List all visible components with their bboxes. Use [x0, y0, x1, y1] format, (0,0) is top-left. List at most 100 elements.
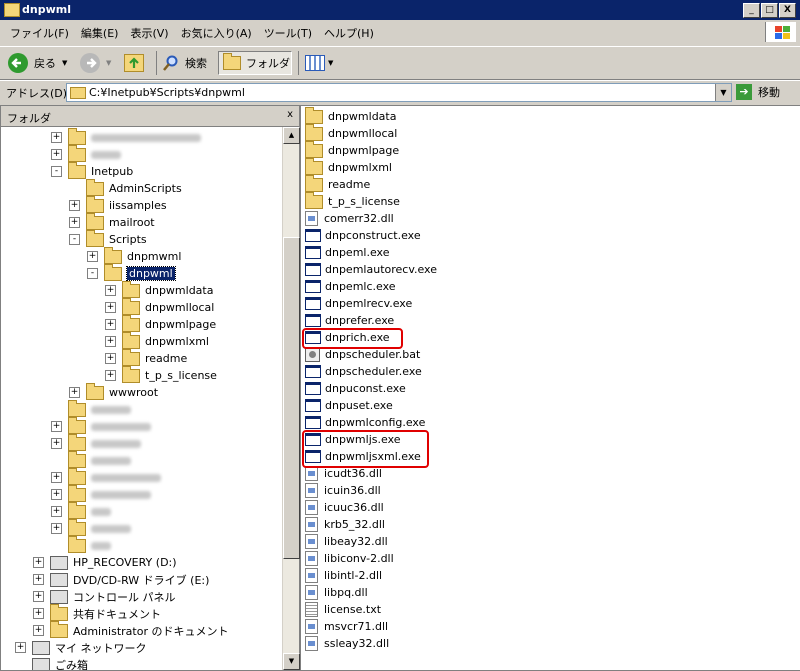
tree-item[interactable]: +	[51, 144, 121, 163]
tree-item[interactable]: - dnpwml	[87, 263, 176, 282]
tree-item[interactable]: + HP_RECOVERY (D:)	[33, 554, 177, 571]
forward-button[interactable]: ▼	[80, 51, 111, 75]
tree-item[interactable]: + dnpmwml	[87, 246, 181, 265]
up-folder-button[interactable]	[124, 51, 144, 75]
address-dropdown-button[interactable]: ▼	[715, 84, 731, 101]
expand-icon[interactable]: +	[105, 319, 116, 330]
scroll-thumb[interactable]	[283, 237, 300, 559]
expand-icon[interactable]: +	[105, 285, 116, 296]
expand-icon[interactable]: +	[105, 336, 116, 347]
expand-icon[interactable]: +	[33, 591, 44, 602]
search-button[interactable]: 検索	[156, 51, 207, 75]
minimize-button[interactable]: _	[743, 3, 760, 18]
tree-item[interactable]: + dnpwmllocal	[105, 297, 214, 316]
views-button[interactable]: ▼	[298, 51, 333, 75]
tree-item[interactable]: + マイ ネットワーク	[15, 639, 147, 656]
tree-item[interactable]: +	[51, 501, 111, 520]
close-button[interactable]: X	[779, 3, 796, 18]
file-item[interactable]: dnpuset.exe	[305, 397, 393, 414]
menu-file[interactable]: ファイル(F)	[4, 22, 75, 42]
tree-item[interactable]: + wwwroot	[69, 382, 158, 401]
expand-icon[interactable]: +	[51, 523, 62, 534]
go-button[interactable]: ➔ 移動	[736, 83, 780, 101]
expand-icon[interactable]: +	[15, 642, 26, 653]
tree-item[interactable]: + dnpwmldata	[105, 280, 213, 299]
folders-toggle-button[interactable]: フォルダ	[218, 51, 292, 75]
expand-icon[interactable]: +	[69, 387, 80, 398]
tree-item[interactable]: + t_p_s_license	[105, 365, 217, 384]
file-item[interactable]: krb5_32.dll	[305, 516, 385, 533]
tree-item[interactable]	[51, 399, 131, 418]
file-item[interactable]: icuin36.dll	[305, 482, 381, 499]
tree-item[interactable]: +	[51, 127, 201, 146]
file-item[interactable]: dnpwmlxml	[305, 157, 392, 176]
collapse-icon[interactable]: -	[69, 234, 80, 245]
scroll-up-button[interactable]: ▲	[283, 127, 300, 144]
maximize-button[interactable]: □	[761, 3, 778, 18]
back-button[interactable]: 戻る ▼	[8, 51, 67, 75]
file-item[interactable]: dnpemlautorecv.exe	[305, 261, 437, 278]
tree-item[interactable]: + dnpwmlpage	[105, 314, 216, 333]
tree-item[interactable]: +	[51, 416, 151, 435]
tree-item[interactable]: + Administrator のドキュメント	[33, 620, 228, 639]
file-item[interactable]: readme	[305, 174, 370, 193]
expand-icon[interactable]: +	[87, 251, 98, 262]
file-item[interactable]: dnpwmlpage	[305, 140, 399, 159]
expand-icon[interactable]: +	[51, 421, 62, 432]
tree-item[interactable]: + 共有ドキュメント	[33, 603, 161, 622]
expand-icon[interactable]: +	[51, 149, 62, 160]
expand-icon[interactable]: +	[33, 574, 44, 585]
close-pane-button[interactable]: x	[287, 109, 293, 120]
expand-icon[interactable]: +	[51, 438, 62, 449]
expand-icon[interactable]: +	[105, 353, 116, 364]
expand-icon[interactable]: +	[51, 506, 62, 517]
collapse-icon[interactable]: -	[87, 268, 98, 279]
expand-icon[interactable]: +	[69, 217, 80, 228]
expand-icon[interactable]: +	[33, 557, 44, 568]
expand-icon[interactable]: +	[51, 472, 62, 483]
file-item[interactable]: dnpconstruct.exe	[305, 227, 421, 244]
file-item[interactable]: dnpuconst.exe	[305, 380, 406, 397]
tree-item[interactable]: - Scripts	[69, 229, 147, 248]
tree-item[interactable]: + readme	[105, 348, 187, 367]
tree-item[interactable]: + mailroot	[69, 212, 155, 231]
tree-item[interactable]: + dnpwmlxml	[105, 331, 209, 350]
menu-edit[interactable]: 編集(E)	[75, 22, 125, 42]
file-item[interactable]: dnpscheduler.exe	[305, 363, 422, 380]
expand-icon[interactable]: +	[51, 489, 62, 500]
file-item[interactable]: comerr32.dll	[305, 210, 394, 227]
expand-icon[interactable]: +	[105, 370, 116, 381]
file-item[interactable]: dnpeml.exe	[305, 244, 390, 261]
expand-icon[interactable]: +	[51, 132, 62, 143]
expand-icon[interactable]: +	[105, 302, 116, 313]
menu-view[interactable]: 表示(V)	[124, 22, 174, 42]
tree-item[interactable]: + コントロール パネル	[33, 588, 176, 605]
address-input[interactable]: C:¥Inetpub¥Scripts¥dnpwml ▼	[66, 83, 732, 102]
menu-tools[interactable]: ツール(T)	[258, 22, 318, 42]
tree-item[interactable]: +	[51, 433, 141, 452]
file-item[interactable]: icuuc36.dll	[305, 499, 384, 516]
title-bar[interactable]: dnpwml _ □ X	[0, 0, 800, 20]
file-item[interactable]: ssleay32.dll	[305, 635, 389, 652]
file-item[interactable]: libiconv-2.dll	[305, 550, 394, 567]
folder-tree[interactable]: + + - Inetpub AdminScripts + iissamples + mailro…	[1, 127, 282, 670]
tree-item[interactable]: - Inetpub	[51, 161, 133, 180]
tree-item[interactable]: +	[51, 518, 131, 537]
scroll-down-button[interactable]: ▼	[283, 653, 300, 670]
expand-icon[interactable]: +	[33, 625, 44, 636]
collapse-icon[interactable]: -	[51, 166, 62, 177]
tree-item[interactable]: ごみ箱	[15, 656, 88, 670]
file-item[interactable]: t_p_s_license	[305, 191, 400, 210]
tree-item[interactable]: + DVD/CD-RW ドライブ (E:)	[33, 571, 209, 588]
menu-help[interactable]: ヘルプ(H)	[318, 22, 380, 42]
file-item[interactable]: license.txt	[305, 601, 381, 618]
file-item[interactable]: dnpwmllocal	[305, 123, 397, 142]
file-item[interactable]: dnpemlrecv.exe	[305, 295, 412, 312]
menu-favorites[interactable]: お気に入り(A)	[175, 22, 258, 42]
tree-scrollbar[interactable]: ▲ ▼	[282, 127, 300, 670]
file-item[interactable]: msvcr71.dll	[305, 618, 388, 635]
tree-item[interactable]: + iissamples	[69, 195, 167, 214]
expand-icon[interactable]: +	[33, 608, 44, 619]
tree-item[interactable]	[51, 535, 111, 554]
expand-icon[interactable]: +	[69, 200, 80, 211]
